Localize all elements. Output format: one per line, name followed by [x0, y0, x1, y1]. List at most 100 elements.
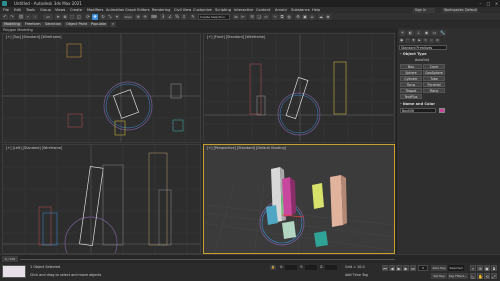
polygon-modeling-label[interactable]: Polygon Modeling	[3, 28, 33, 32]
play-icon[interactable]: ▶	[396, 265, 402, 271]
zoom-all-icon[interactable]: ⊞	[477, 265, 483, 271]
selection-filter-dropdown[interactable]: All	[43, 14, 53, 20]
lights-icon[interactable]: ✹	[411, 38, 416, 43]
teapot-button[interactable]: Teapot	[400, 88, 422, 93]
select-by-name-icon[interactable]: ≣	[62, 14, 68, 20]
go-to-start-icon[interactable]: ⏮	[382, 265, 388, 271]
time-slider[interactable]: 0 / 100	[2, 256, 18, 262]
snaps-toggle-icon[interactable]: 3	[160, 14, 166, 20]
menu-interactive[interactable]: Interactive	[234, 8, 253, 12]
maximize-icon[interactable]: □	[485, 1, 492, 6]
select-move-icon[interactable]: ✥	[92, 14, 98, 20]
add-time-tag-button[interactable]: Add Time Tag	[345, 273, 368, 277]
zoom-icon[interactable]: ⌕	[470, 265, 476, 271]
a360-gallery-icon[interactable]: ◈	[325, 14, 331, 20]
menu-scripting[interactable]: Scripting	[215, 8, 231, 12]
menu-rendering[interactable]: Rendering	[152, 8, 170, 12]
space-warps-icon[interactable]: ≈	[429, 38, 434, 43]
cylinder-button[interactable]: Cylinder	[400, 76, 422, 81]
create-selection-set-dropdown[interactable]: Create Selection Se	[198, 14, 230, 24]
percent-snap-icon[interactable]: %	[174, 14, 180, 20]
tab-selection[interactable]: Selection	[43, 22, 64, 27]
material-editor-icon[interactable]: ◍	[286, 14, 292, 20]
select-rotate-icon-2[interactable]: ↻	[100, 14, 106, 20]
viewport-left[interactable]: [+] [Left] [Standard] [Wireframe]	[2, 144, 201, 254]
maxscript-listener-preview[interactable]	[2, 265, 26, 278]
tab-freeform[interactable]: Freeform	[23, 22, 43, 27]
viewport-top[interactable]: [+] [Top] [Standard] [Wireframe]	[2, 33, 201, 143]
pan-view-icon[interactable]: ✋	[477, 273, 483, 279]
render-setup-icon[interactable]: ⚙	[295, 14, 301, 20]
motion-tab-icon[interactable]: ◉	[423, 30, 430, 36]
mirror-icon[interactable]: ⇋	[233, 14, 239, 20]
render-production-icon[interactable]: ☕	[309, 14, 315, 20]
geometry-icon[interactable]: ●	[399, 38, 404, 43]
key-mode-dropdown[interactable]: Selected	[448, 265, 464, 271]
scene-explorer-icon[interactable]: ☰	[249, 14, 255, 20]
bind-spacewarp-icon[interactable]: ≀	[32, 14, 38, 20]
geosphere-button[interactable]: GeoSphere	[423, 70, 445, 75]
tab-modeling[interactable]: Modeling	[2, 22, 22, 27]
orbit-icon[interactable]: ⟲	[484, 273, 490, 279]
systems-icon[interactable]: ⚙	[435, 38, 440, 43]
set-key-button[interactable]: Set Key	[431, 273, 447, 279]
menu-substance[interactable]: Substance	[291, 8, 310, 12]
menu-edit[interactable]: Edit	[14, 8, 21, 12]
render-in-cloud-icon[interactable]: ☁	[318, 14, 324, 20]
plane-button[interactable]: Plane	[423, 88, 445, 93]
select-rotate-icon[interactable]: ⟳	[85, 14, 91, 20]
menu-customize[interactable]: Customize	[193, 8, 212, 12]
align-icon[interactable]: ⊨	[240, 14, 246, 20]
name-and-color-header[interactable]: - Name and Color	[400, 102, 435, 106]
current-frame-field[interactable]: 0	[418, 265, 428, 271]
modify-tab-icon[interactable]: ◐	[407, 30, 414, 36]
display-tab-icon[interactable]: ▭	[431, 30, 438, 36]
go-to-end-icon[interactable]: ⏭	[410, 265, 416, 271]
menu-animation[interactable]: Animation	[106, 8, 124, 12]
reference-coordinate-dropdown[interactable]: View	[123, 14, 133, 20]
next-frame-icon[interactable]: ▶	[403, 265, 409, 271]
sphere-button[interactable]: Sphere	[400, 70, 422, 75]
object-color-swatch[interactable]	[439, 108, 445, 113]
schematic-view-icon[interactable]: ⧉	[279, 14, 285, 20]
box-button[interactable]: Box	[400, 64, 422, 69]
workspace-dropdown[interactable]: Workspaces: Default	[442, 7, 478, 13]
x-coordinate-field[interactable]	[285, 265, 297, 270]
menu-tools[interactable]: Tools	[26, 8, 35, 12]
y-coordinate-field[interactable]	[305, 265, 317, 270]
spinner-snap-icon[interactable]: ⇕	[181, 14, 187, 20]
shapes-icon[interactable]: ◠	[405, 38, 410, 43]
ribbon-toggle-icon[interactable]: ▭	[263, 14, 269, 20]
menu-arnold[interactable]: Arnold	[275, 8, 287, 12]
unlink-icon[interactable]: ⌁	[25, 14, 31, 20]
menu-create[interactable]: Create	[70, 8, 82, 12]
select-scale-icon[interactable]: ⤡	[107, 14, 113, 20]
field-of-view-icon[interactable]: ◺	[470, 273, 476, 279]
object-type-header[interactable]: - Object Type	[400, 52, 427, 56]
tab-object-paint[interactable]: Object Paint	[64, 22, 90, 27]
minimize-icon[interactable]: –	[477, 1, 484, 6]
viewport-front[interactable]: [+] [Front] [Standard] [Wireframe]	[203, 33, 395, 143]
torus-button[interactable]: Torus	[400, 82, 422, 87]
pivot-center-icon[interactable]: ⊕	[135, 14, 141, 20]
ribbon-options-icon[interactable]: ▾	[110, 22, 116, 27]
lock-selection-icon[interactable]: 🔒	[270, 265, 276, 270]
menu-graph-editors[interactable]: Graph Editors	[125, 8, 150, 12]
rectangular-selection-icon[interactable]: ⬚	[69, 14, 75, 20]
timeline[interactable]: 0 / 100	[0, 254, 500, 263]
viewport-perspective-label[interactable]: [+] [Perspective] [Standard] [Default Sh…	[207, 146, 286, 150]
primitive-category-dropdown[interactable]: Standard Primitives	[399, 45, 447, 50]
keyboard-shortcut-icon[interactable]: ⌨	[151, 14, 157, 20]
zoom-extents-all-icon[interactable]: ⧈	[491, 265, 497, 271]
viewport-left-label[interactable]: [+] [Left] [Standard] [Wireframe]	[6, 146, 62, 150]
rendered-frame-window-icon[interactable]: ▣	[302, 14, 308, 20]
autogrid-checkbox[interactable]: AutoGrid	[415, 58, 429, 62]
tab-populate[interactable]: Populate	[89, 22, 109, 27]
menu-help[interactable]: Help	[312, 8, 320, 12]
key-filters-button[interactable]: Key Filters...	[448, 273, 468, 279]
auto-key-button[interactable]: Auto Key	[431, 265, 447, 271]
tube-button[interactable]: Tube	[423, 76, 445, 81]
menu-group[interactable]: Group	[40, 8, 51, 12]
link-icon[interactable]: ⛓	[18, 14, 24, 20]
menu-file[interactable]: File	[3, 8, 9, 12]
